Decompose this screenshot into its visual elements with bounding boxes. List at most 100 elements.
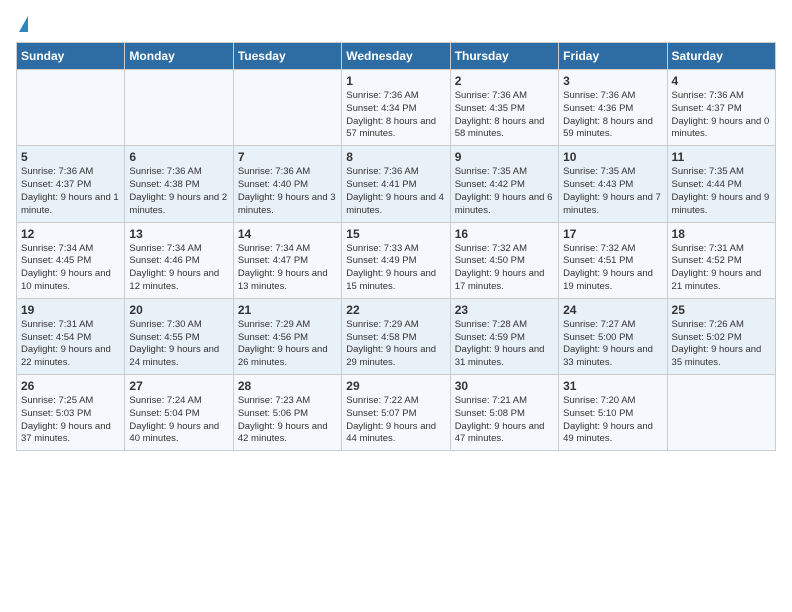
calendar-week-row: 5 Sunrise: 7:36 AM Sunset: 4:37 PM Daylig… xyxy=(17,146,776,222)
day-number: 17 xyxy=(563,227,662,241)
day-info: Sunrise: 7:36 AM Sunset: 4:40 PM Dayligh… xyxy=(238,166,337,217)
calendar-cell: 26 Sunrise: 7:25 AM Sunset: 5:03 PM Dayli… xyxy=(17,375,125,451)
day-number: 14 xyxy=(238,227,337,241)
day-number: 10 xyxy=(563,150,662,164)
day-number: 26 xyxy=(21,379,120,393)
calendar-cell: 15 Sunrise: 7:33 AM Sunset: 4:49 PM Dayli… xyxy=(342,222,450,298)
day-info: Sunrise: 7:31 AM Sunset: 4:52 PM Dayligh… xyxy=(672,243,771,294)
day-info: Sunrise: 7:36 AM Sunset: 4:37 PM Dayligh… xyxy=(21,166,120,217)
calendar-cell: 14 Sunrise: 7:34 AM Sunset: 4:47 PM Dayli… xyxy=(233,222,341,298)
day-number: 2 xyxy=(455,74,554,88)
calendar-cell: 10 Sunrise: 7:35 AM Sunset: 4:43 PM Dayli… xyxy=(559,146,667,222)
calendar-cell: 17 Sunrise: 7:32 AM Sunset: 4:51 PM Dayli… xyxy=(559,222,667,298)
calendar-cell: 28 Sunrise: 7:23 AM Sunset: 5:06 PM Dayli… xyxy=(233,375,341,451)
day-info: Sunrise: 7:31 AM Sunset: 4:54 PM Dayligh… xyxy=(21,319,120,370)
calendar-week-row: 19 Sunrise: 7:31 AM Sunset: 4:54 PM Dayli… xyxy=(17,298,776,374)
day-info: Sunrise: 7:21 AM Sunset: 5:08 PM Dayligh… xyxy=(455,395,554,446)
day-number: 21 xyxy=(238,303,337,317)
day-number: 16 xyxy=(455,227,554,241)
calendar-cell: 5 Sunrise: 7:36 AM Sunset: 4:37 PM Daylig… xyxy=(17,146,125,222)
column-header-wednesday: Wednesday xyxy=(342,43,450,70)
day-info: Sunrise: 7:34 AM Sunset: 4:47 PM Dayligh… xyxy=(238,243,337,294)
day-info: Sunrise: 7:23 AM Sunset: 5:06 PM Dayligh… xyxy=(238,395,337,446)
day-number: 15 xyxy=(346,227,445,241)
calendar-cell: 6 Sunrise: 7:36 AM Sunset: 4:38 PM Daylig… xyxy=(125,146,233,222)
day-number: 9 xyxy=(455,150,554,164)
calendar-cell: 27 Sunrise: 7:24 AM Sunset: 5:04 PM Dayli… xyxy=(125,375,233,451)
day-info: Sunrise: 7:32 AM Sunset: 4:51 PM Dayligh… xyxy=(563,243,662,294)
day-info: Sunrise: 7:34 AM Sunset: 4:45 PM Dayligh… xyxy=(21,243,120,294)
calendar-cell xyxy=(17,70,125,146)
day-info: Sunrise: 7:22 AM Sunset: 5:07 PM Dayligh… xyxy=(346,395,445,446)
calendar-cell: 22 Sunrise: 7:29 AM Sunset: 4:58 PM Dayli… xyxy=(342,298,450,374)
day-info: Sunrise: 7:32 AM Sunset: 4:50 PM Dayligh… xyxy=(455,243,554,294)
column-header-monday: Monday xyxy=(125,43,233,70)
day-info: Sunrise: 7:36 AM Sunset: 4:38 PM Dayligh… xyxy=(129,166,228,217)
day-number: 5 xyxy=(21,150,120,164)
day-info: Sunrise: 7:35 AM Sunset: 4:43 PM Dayligh… xyxy=(563,166,662,217)
day-info: Sunrise: 7:36 AM Sunset: 4:37 PM Dayligh… xyxy=(672,90,771,141)
day-number: 27 xyxy=(129,379,228,393)
day-number: 18 xyxy=(672,227,771,241)
calendar-cell: 7Sunrise: 7:36 AM Sunset: 4:40 PM Daylig… xyxy=(233,146,341,222)
day-number: 19 xyxy=(21,303,120,317)
calendar-cell: 25Sunrise: 7:26 AM Sunset: 5:02 PM Dayli… xyxy=(667,298,775,374)
day-number: 20 xyxy=(129,303,228,317)
day-info: Sunrise: 7:27 AM Sunset: 5:00 PM Dayligh… xyxy=(563,319,662,370)
day-number: 31 xyxy=(563,379,662,393)
calendar-cell xyxy=(233,70,341,146)
day-number: 29 xyxy=(346,379,445,393)
day-info: Sunrise: 7:36 AM Sunset: 4:36 PM Dayligh… xyxy=(563,90,662,141)
calendar-header-row: SundayMondayTuesdayWednesdayThursdayFrid… xyxy=(17,43,776,70)
day-info: Sunrise: 7:35 AM Sunset: 4:42 PM Dayligh… xyxy=(455,166,554,217)
calendar-cell: 23 Sunrise: 7:28 AM Sunset: 4:59 PM Dayli… xyxy=(450,298,558,374)
calendar-cell: 24Sunrise: 7:27 AM Sunset: 5:00 PM Dayli… xyxy=(559,298,667,374)
calendar-cell xyxy=(667,375,775,451)
day-info: Sunrise: 7:28 AM Sunset: 4:59 PM Dayligh… xyxy=(455,319,554,370)
calendar-cell: 21 Sunrise: 7:29 AM Sunset: 4:56 PM Dayli… xyxy=(233,298,341,374)
column-header-friday: Friday xyxy=(559,43,667,70)
day-number: 12 xyxy=(21,227,120,241)
day-info: Sunrise: 7:36 AM Sunset: 4:34 PM Dayligh… xyxy=(346,90,445,141)
logo-triangle-icon xyxy=(19,16,28,32)
day-info: Sunrise: 7:25 AM Sunset: 5:03 PM Dayligh… xyxy=(21,395,120,446)
day-number: 28 xyxy=(238,379,337,393)
calendar-table: SundayMondayTuesdayWednesdayThursdayFrid… xyxy=(16,42,776,451)
calendar-cell: 18 Sunrise: 7:31 AM Sunset: 4:52 PM Dayli… xyxy=(667,222,775,298)
day-number: 25 xyxy=(672,303,771,317)
calendar-cell: 29 Sunrise: 7:22 AM Sunset: 5:07 PM Dayli… xyxy=(342,375,450,451)
day-info: Sunrise: 7:34 AM Sunset: 4:46 PM Dayligh… xyxy=(129,243,228,294)
day-number: 6 xyxy=(129,150,228,164)
day-info: Sunrise: 7:36 AM Sunset: 4:41 PM Dayligh… xyxy=(346,166,445,217)
calendar-cell: 2 Sunrise: 7:36 AM Sunset: 4:35 PM Daylig… xyxy=(450,70,558,146)
calendar-cell: 31 Sunrise: 7:20 AM Sunset: 5:10 PM Dayli… xyxy=(559,375,667,451)
day-number: 3 xyxy=(563,74,662,88)
calendar-cell: 8 Sunrise: 7:36 AM Sunset: 4:41 PM Daylig… xyxy=(342,146,450,222)
day-info: Sunrise: 7:24 AM Sunset: 5:04 PM Dayligh… xyxy=(129,395,228,446)
day-number: 22 xyxy=(346,303,445,317)
day-info: Sunrise: 7:20 AM Sunset: 5:10 PM Dayligh… xyxy=(563,395,662,446)
calendar-cell: 20Sunrise: 7:30 AM Sunset: 4:55 PM Dayli… xyxy=(125,298,233,374)
day-number: 13 xyxy=(129,227,228,241)
day-number: 4 xyxy=(672,74,771,88)
day-number: 11 xyxy=(672,150,771,164)
page-header xyxy=(16,16,776,32)
column-header-tuesday: Tuesday xyxy=(233,43,341,70)
column-header-thursday: Thursday xyxy=(450,43,558,70)
logo xyxy=(16,16,28,32)
calendar-week-row: 1Sunrise: 7:36 AM Sunset: 4:34 PM Daylig… xyxy=(17,70,776,146)
calendar-cell: 30Sunrise: 7:21 AM Sunset: 5:08 PM Dayli… xyxy=(450,375,558,451)
calendar-cell: 3 Sunrise: 7:36 AM Sunset: 4:36 PM Daylig… xyxy=(559,70,667,146)
day-info: Sunrise: 7:33 AM Sunset: 4:49 PM Dayligh… xyxy=(346,243,445,294)
calendar-cell: 16 Sunrise: 7:32 AM Sunset: 4:50 PM Dayli… xyxy=(450,222,558,298)
column-header-sunday: Sunday xyxy=(17,43,125,70)
day-info: Sunrise: 7:29 AM Sunset: 4:56 PM Dayligh… xyxy=(238,319,337,370)
day-number: 23 xyxy=(455,303,554,317)
day-info: Sunrise: 7:29 AM Sunset: 4:58 PM Dayligh… xyxy=(346,319,445,370)
calendar-cell: 11Sunrise: 7:35 AM Sunset: 4:44 PM Dayli… xyxy=(667,146,775,222)
day-info: Sunrise: 7:36 AM Sunset: 4:35 PM Dayligh… xyxy=(455,90,554,141)
calendar-cell: 12 Sunrise: 7:34 AM Sunset: 4:45 PM Dayli… xyxy=(17,222,125,298)
calendar-cell: 19 Sunrise: 7:31 AM Sunset: 4:54 PM Dayli… xyxy=(17,298,125,374)
calendar-cell: 9 Sunrise: 7:35 AM Sunset: 4:42 PM Daylig… xyxy=(450,146,558,222)
day-number: 8 xyxy=(346,150,445,164)
